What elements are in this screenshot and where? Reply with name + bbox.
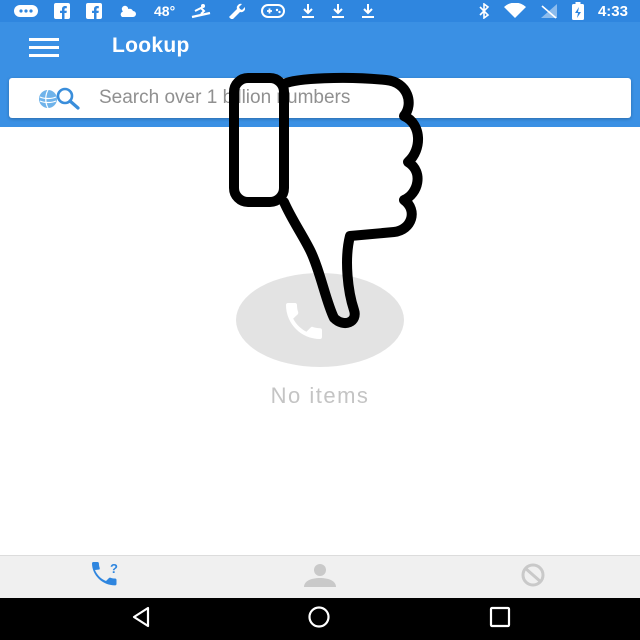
weather-icon: [118, 3, 138, 19]
message-bubble-icon: [14, 4, 38, 18]
person-icon: [302, 563, 338, 592]
empty-state-message: No items: [270, 383, 370, 408]
facebook-icon: [86, 3, 102, 19]
download-icon: [361, 3, 375, 19]
bottom-navigation: ?: [0, 555, 640, 599]
back-button[interactable]: [128, 605, 154, 634]
download-icon: [331, 3, 345, 19]
clock: 4:33: [597, 2, 628, 20]
snowboard-icon: [191, 3, 211, 19]
svg-text:?: ?: [110, 562, 118, 576]
home-button[interactable]: [305, 605, 333, 634]
system-navigation-bar: [0, 598, 640, 640]
hamburger-menu-icon[interactable]: [29, 38, 59, 58]
gamepad-icon: [261, 3, 286, 19]
status-bar: 48° 4:33: [0, 0, 640, 22]
battery-charging-icon: [571, 2, 584, 20]
main-content: No items: [0, 127, 640, 555]
tab-contacts[interactable]: [213, 556, 426, 599]
wrench-icon: [227, 3, 246, 19]
search-bar[interactable]: [9, 78, 631, 118]
download-icon: [301, 3, 315, 19]
home-icon: [305, 605, 333, 634]
back-icon: [129, 605, 153, 634]
wifi-icon: [503, 3, 526, 19]
search-input[interactable]: [99, 78, 619, 118]
phone-icon: [280, 297, 328, 345]
phone-question-icon: ?: [90, 561, 124, 593]
recents-icon: [488, 605, 512, 634]
tab-blocked[interactable]: [426, 556, 640, 599]
blocked-icon: [516, 563, 550, 592]
globe-search-icon: [36, 86, 82, 110]
temperature-text: 48°: [154, 3, 176, 19]
facebook-icon: [54, 3, 70, 19]
no-signal-icon: [540, 3, 558, 19]
tab-calls[interactable]: ?: [0, 556, 213, 599]
bluetooth-icon: [478, 3, 490, 19]
recents-button[interactable]: [487, 605, 513, 634]
page-title: Lookup: [112, 34, 190, 57]
